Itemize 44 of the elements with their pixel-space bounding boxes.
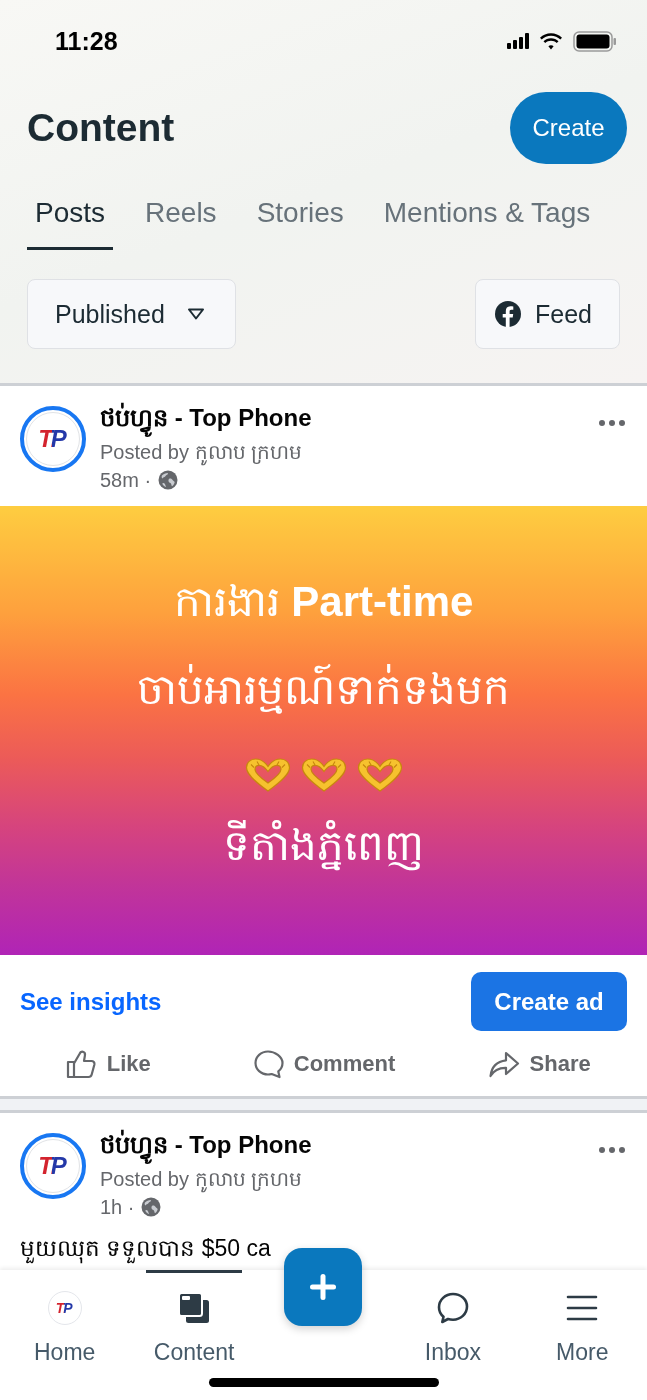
create-button[interactable]: Create [510,92,627,164]
add-button[interactable] [284,1248,363,1326]
tab[interactable]: Mentions & Tags [375,198,599,250]
nav-tab[interactable]: Content [146,1270,243,1370]
plus-icon [308,1272,339,1302]
globe-icon [158,470,179,490]
logo-text: TP [55,1301,74,1315]
posted-by-text: Posted by កូលាប ក្រហម [100,437,303,467]
facebook-icon [495,301,521,327]
post-time: 58m · [100,468,152,492]
signal-icon [507,33,529,49]
post-text: មួយឈុត ទទួលបាន $50 ca [20,1233,271,1263]
share-button[interactable]: Share [487,1047,591,1080]
page-title: Content [27,106,175,150]
more-icon[interactable] [599,420,625,426]
comment-button[interactable]: Comment [251,1047,396,1080]
feed-button[interactable]: Feed [475,279,620,349]
heart-icon [244,758,291,792]
tab[interactable]: Stories [248,198,352,250]
stacked-pages-icon [177,1291,212,1325]
heart-icon [356,758,403,792]
caret-down-icon [186,308,205,320]
status-dropdown[interactable]: Published [27,279,236,349]
image-caption-line: ការងារ Part-time [173,577,474,627]
battery-icon [573,30,617,52]
create-ad-button[interactable]: Create ad [471,972,627,1031]
image-caption-line: ទីតាំងភ្នំពេញ [223,819,424,873]
tab[interactable]: Reels [137,198,225,250]
nav-tab[interactable]: Inbox [404,1270,501,1370]
heart-icon [300,758,347,792]
posted-by-text: Posted by កូលាប ក្រហម [100,1164,303,1194]
tab[interactable]: Posts [27,198,114,250]
nav-tab[interactable]: More [534,1270,631,1370]
wifi-icon [539,32,563,50]
see-insights-link[interactable]: See insights [20,987,162,1016]
image-caption-line: ចាប់អារម្មណ៍ទាក់ទងមក [137,663,510,716]
status-time: 11:28 [55,26,118,56]
post-time: 1h · [100,1195,135,1219]
nav-tab[interactable]: TP Home [16,1270,113,1370]
more-icon[interactable] [599,1147,625,1153]
like-button[interactable]: Like [64,1047,151,1080]
globe-icon [141,1197,162,1217]
speech-bubble-icon [251,1047,284,1080]
chat-bubble-icon [435,1291,470,1325]
